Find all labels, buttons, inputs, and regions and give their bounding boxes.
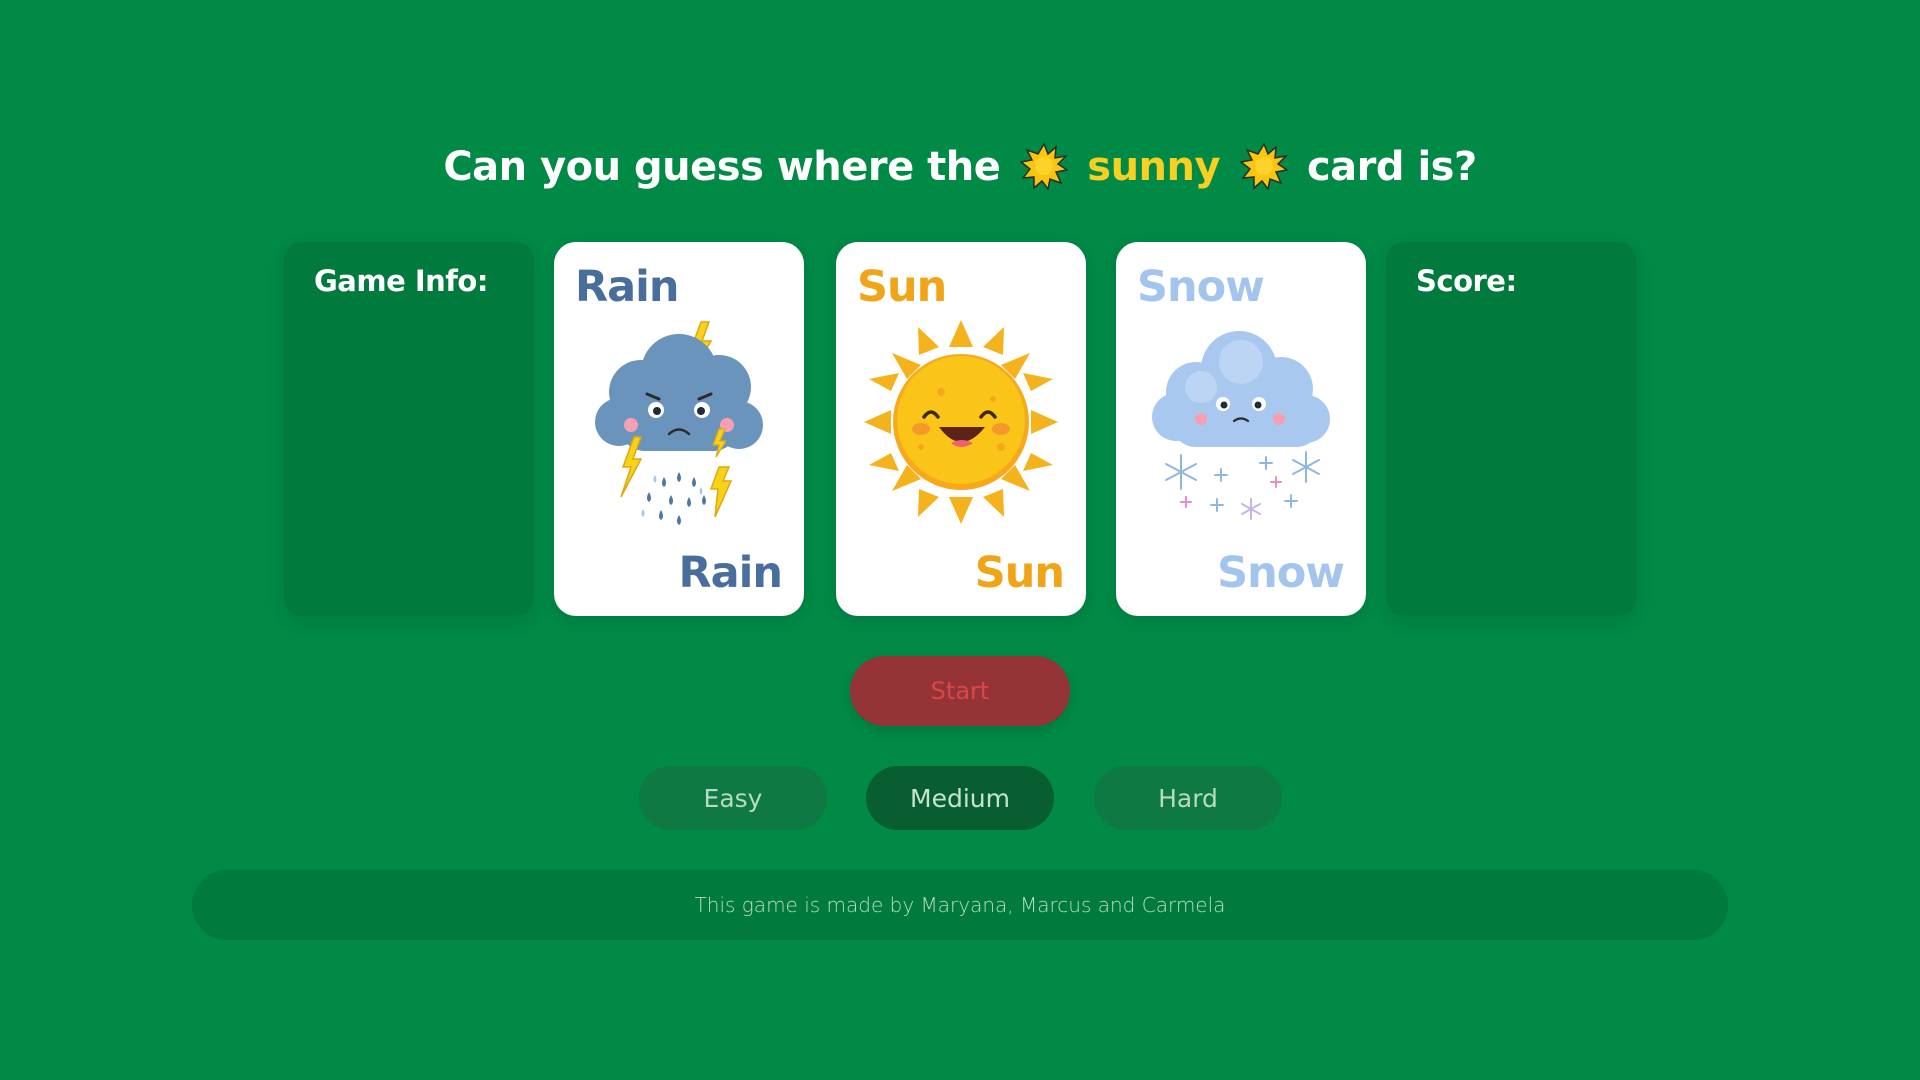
sun-emoji-icon <box>1019 142 1068 190</box>
card-sun[interactable]: Sun Sun <box>836 242 1086 616</box>
level-medium-button[interactable]: Medium <box>866 766 1054 830</box>
card-label-bottom: Sun <box>974 548 1065 598</box>
level-easy-button[interactable]: Easy <box>639 766 827 830</box>
game-board: Game Info: Rain Rain Sun Sun Snow Snow S… <box>284 242 1636 616</box>
snow-cloud-icon <box>1152 331 1330 520</box>
sun-icon <box>864 320 1058 524</box>
card-label-bottom: Rain <box>678 548 783 598</box>
footer-credit: This game is made by Maryana, Marcus and… <box>192 870 1728 940</box>
score-title: Score: <box>1416 264 1517 298</box>
card-label-top: Sun <box>857 262 947 312</box>
card-label-bottom: Snow <box>1217 548 1345 598</box>
difficulty-selector: Easy Medium Hard <box>0 766 1920 830</box>
card-label-top: Snow <box>1137 262 1265 312</box>
storm-cloud-icon <box>595 321 763 525</box>
title-prefix: Can you guess where the <box>443 144 1001 190</box>
title-suffix: card is? <box>1306 144 1477 190</box>
game-info-panel: Game Info: <box>284 242 534 616</box>
card-rain[interactable]: Rain Rain <box>554 242 804 616</box>
level-hard-button[interactable]: Hard <box>1094 766 1282 830</box>
game-info-title: Game Info: <box>314 264 488 298</box>
start-button[interactable]: Start <box>850 656 1070 726</box>
title-highlight: sunny <box>1087 144 1221 190</box>
page-title: Can you guess where the sunny card is? <box>0 142 1920 190</box>
card-label-top: Rain <box>575 262 679 312</box>
card-snow[interactable]: Snow Snow <box>1116 242 1366 616</box>
game-screen: Can you guess where the sunny card is? G… <box>0 0 1920 1080</box>
score-panel: Score: <box>1386 242 1636 616</box>
sun-emoji-icon <box>1239 142 1288 190</box>
